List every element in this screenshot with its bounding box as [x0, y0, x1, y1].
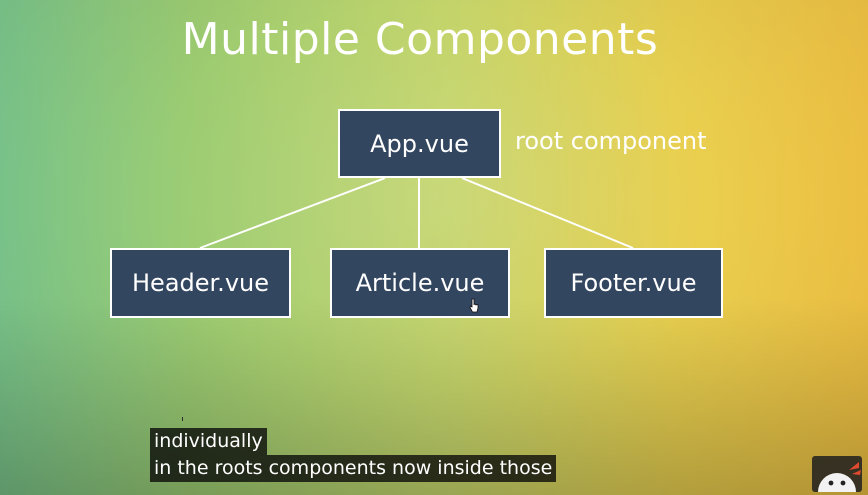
article-vue-box: Article.vue — [330, 248, 510, 318]
video-frame[interactable]: Multiple Components App.vue root compone… — [0, 0, 868, 495]
connector-app-footer — [461, 177, 634, 249]
caption-line-1: individually — [150, 428, 267, 455]
caption-marker — [182, 417, 183, 421]
hand-pointer-icon — [469, 298, 479, 313]
root-component-label: root component — [515, 127, 707, 155]
channel-logo-icon[interactable] — [812, 456, 862, 492]
channel-logo-graphic — [818, 462, 861, 492]
caption-line-2: in the roots components now inside those — [150, 455, 557, 482]
header-vue-box: Header.vue — [110, 248, 291, 318]
subtitle-captions: individually in the roots components now… — [150, 428, 557, 482]
footer-vue-box: Footer.vue — [544, 248, 723, 318]
app-vue-box: App.vue — [338, 109, 501, 178]
connector-app-header — [199, 177, 386, 249]
